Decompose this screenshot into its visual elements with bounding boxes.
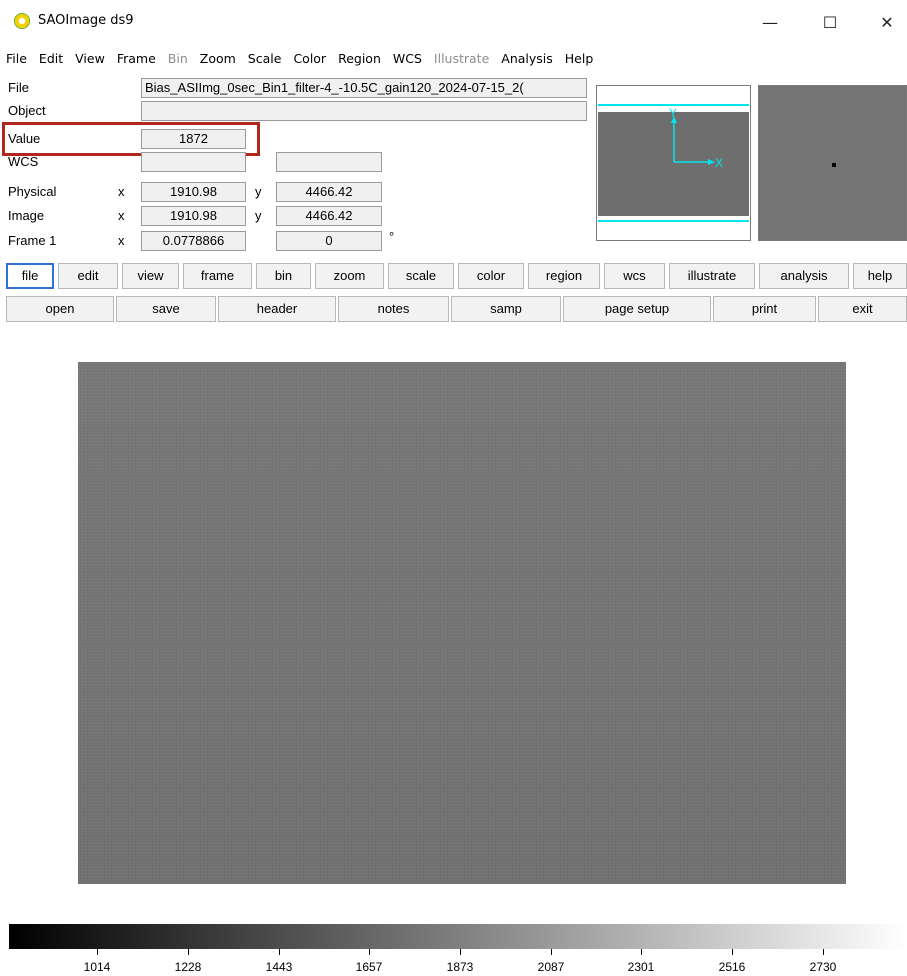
button-notes[interactable]: notes	[338, 296, 449, 322]
object-field	[141, 101, 587, 121]
menu-zoom[interactable]: Zoom	[194, 48, 242, 70]
degree-symbol: °	[389, 229, 395, 244]
button-print[interactable]: print	[713, 296, 816, 322]
colorbar-tick-label: 1228	[174, 960, 202, 974]
image-display[interactable]	[78, 362, 846, 884]
button-help[interactable]: help	[853, 263, 907, 289]
button-view[interactable]: view	[122, 263, 179, 289]
frame-zoom-field: 0.0778866	[141, 231, 246, 251]
image-noise-overlay	[78, 362, 846, 884]
colorbar-tick	[641, 949, 642, 955]
menu-frame[interactable]: Frame	[111, 48, 162, 70]
wcs-label: WCS	[8, 154, 39, 169]
menu-edit[interactable]: Edit	[33, 48, 69, 70]
colorbar-tick	[369, 949, 370, 955]
colorbar-tick-label: 2516	[718, 960, 746, 974]
colorbar-tick	[551, 949, 552, 955]
sub-button-bar: open save header notes samp page setup p…	[0, 296, 907, 322]
button-region[interactable]: region	[528, 263, 600, 289]
title-bar: SAOImage ds9 — ☐ ✕	[0, 0, 907, 46]
physical-label: Physical	[8, 184, 57, 199]
menu-bar: File Edit View Frame Bin Zoom Scale Colo…	[0, 48, 599, 70]
magnifier-view	[758, 85, 907, 241]
panner-view[interactable]: Y X	[596, 85, 751, 241]
menu-help[interactable]: Help	[559, 48, 600, 70]
wcs-field-2	[276, 152, 382, 172]
button-illustrate[interactable]: illustrate	[669, 263, 755, 289]
physical-y-field: 4466.42	[276, 182, 382, 202]
button-bar: file edit view frame bin zoom scale colo…	[0, 263, 907, 289]
button-page-setup[interactable]: page setup	[563, 296, 711, 322]
menu-bin[interactable]: Bin	[162, 48, 194, 70]
button-color[interactable]: color	[458, 263, 524, 289]
colorbar-tick-label: 1443	[265, 960, 293, 974]
physical-x-field: 1910.98	[141, 182, 246, 202]
wcs-field-1	[141, 152, 246, 172]
colorbar-tick	[97, 949, 98, 955]
minimize-button[interactable]: —	[747, 8, 793, 38]
file-label: File	[8, 80, 29, 95]
physical-x-label: x	[118, 184, 125, 199]
image-y-label: y	[255, 208, 262, 223]
magnifier-cursor	[832, 163, 836, 167]
button-open[interactable]: open	[6, 296, 114, 322]
button-exit[interactable]: exit	[818, 296, 907, 322]
colorbar-tick	[460, 949, 461, 955]
object-label: Object	[8, 103, 46, 118]
frame-angle-field: 0	[276, 231, 382, 251]
button-frame[interactable]: frame	[183, 263, 252, 289]
button-zoom[interactable]: zoom	[315, 263, 384, 289]
physical-y-label: y	[255, 184, 262, 199]
colorbar-tick-label: 2730	[809, 960, 837, 974]
maximize-button[interactable]: ☐	[807, 8, 853, 38]
menu-scale[interactable]: Scale	[242, 48, 288, 70]
menu-region[interactable]: Region	[332, 48, 387, 70]
menu-illustrate[interactable]: Illustrate	[428, 48, 495, 70]
button-scale[interactable]: scale	[388, 263, 454, 289]
colorbar-tick	[732, 949, 733, 955]
menu-analysis[interactable]: Analysis	[495, 48, 559, 70]
button-edit[interactable]: edit	[58, 263, 118, 289]
menu-view[interactable]: View	[69, 48, 111, 70]
button-save[interactable]: save	[116, 296, 216, 322]
colorbar-tick	[279, 949, 280, 955]
value-highlight-box	[2, 122, 260, 156]
colorbar-tick-label: 1657	[355, 960, 383, 974]
close-button[interactable]: ✕	[864, 8, 907, 38]
menu-file[interactable]: File	[0, 48, 33, 70]
colorbar-tick	[823, 949, 824, 955]
frame-x-label: x	[118, 233, 125, 248]
colorbar-tick-label: 2087	[537, 960, 565, 974]
menu-color[interactable]: Color	[287, 48, 332, 70]
button-file[interactable]: file	[6, 263, 54, 289]
image-label: Image	[8, 208, 45, 223]
image-x-label: x	[118, 208, 125, 223]
image-y-field: 4466.42	[276, 206, 382, 226]
colorbar[interactable]	[9, 924, 907, 949]
file-name-field: Bias_ASIImg_0sec_Bin1_filter-4_-10.5C_ga…	[141, 78, 587, 98]
button-wcs[interactable]: wcs	[604, 263, 665, 289]
colorbar-tick-label: 1873	[446, 960, 474, 974]
button-header[interactable]: header	[218, 296, 336, 322]
frame-label: Frame 1	[8, 233, 57, 248]
compass-y-label: Y	[669, 106, 678, 120]
colorbar-tick-label: 1014	[83, 960, 111, 974]
button-analysis[interactable]: analysis	[759, 263, 849, 289]
ds9-app-icon	[14, 13, 30, 29]
button-bin[interactable]: bin	[256, 263, 311, 289]
window-title: SAOImage ds9	[38, 13, 134, 28]
compass-x-label: X	[715, 156, 724, 170]
button-samp[interactable]: samp	[451, 296, 561, 322]
colorbar-tick	[188, 949, 189, 955]
menu-wcs[interactable]: WCS	[387, 48, 428, 70]
colorbar-tick-label: 2301	[627, 960, 655, 974]
image-x-field: 1910.98	[141, 206, 246, 226]
